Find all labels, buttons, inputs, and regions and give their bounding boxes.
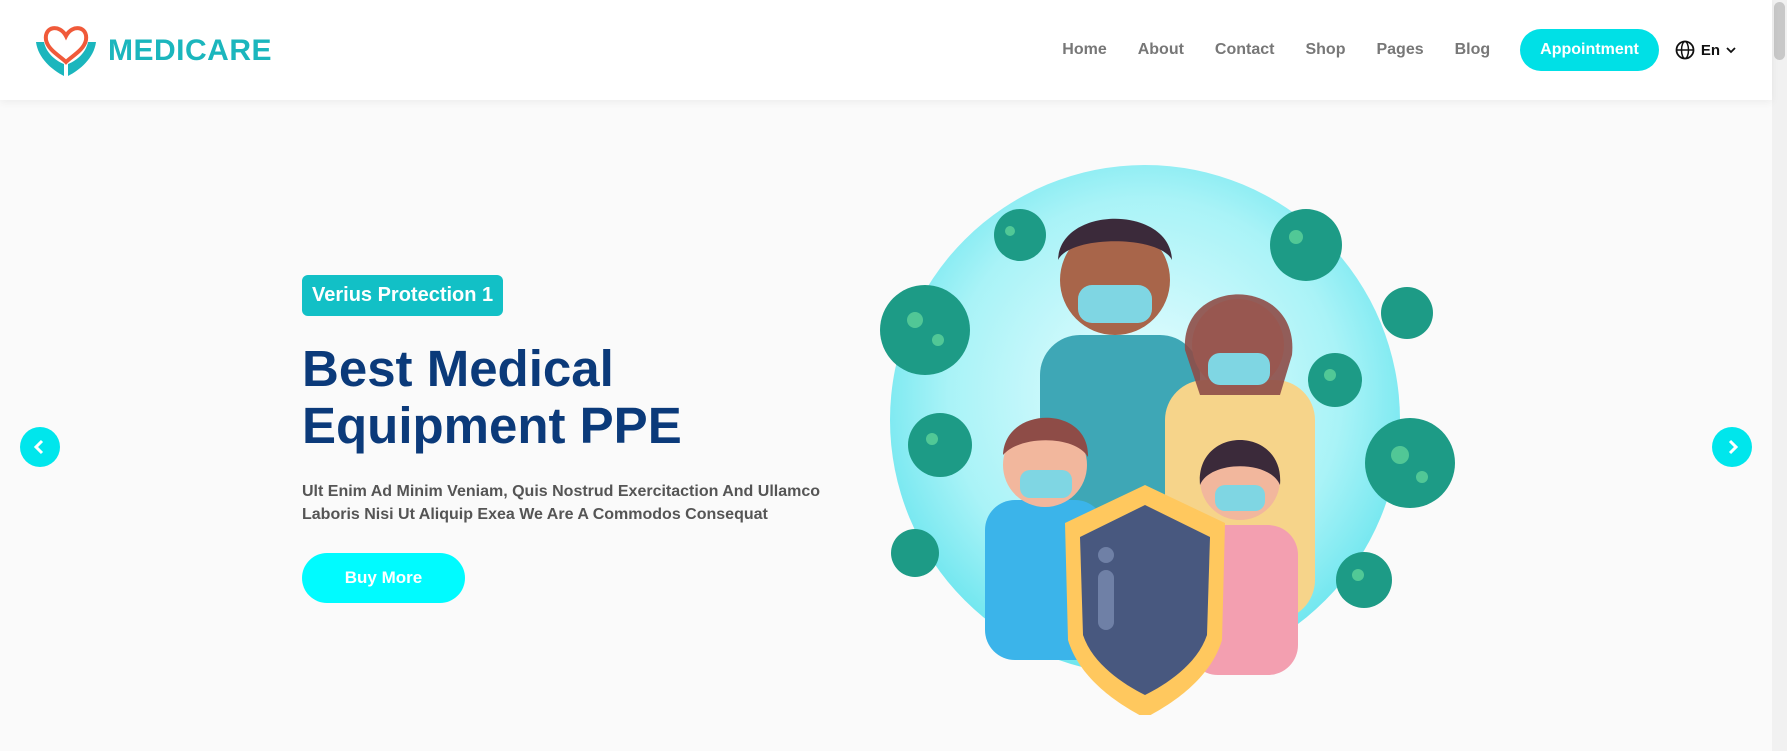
site-header: MEDICARE Home About Contact Shop Pages B… [0, 0, 1772, 100]
slider-next-button[interactable] [1712, 427, 1752, 467]
hero-description: Ult Enim Ad Minim Veniam, Quis Nostrud E… [302, 480, 842, 526]
language-selector[interactable]: En [1675, 40, 1736, 60]
nav-item-pages[interactable]: Pages [1376, 41, 1423, 59]
hero-title-line-2: Equipment PPE [302, 397, 682, 454]
nav-item-home[interactable]: Home [1062, 41, 1106, 59]
nav-item-shop[interactable]: Shop [1305, 41, 1345, 59]
hero-badge: Verius Protection 1 [302, 275, 504, 316]
chevron-down-icon [1726, 47, 1736, 54]
globe-icon [1675, 40, 1695, 60]
family-protection-illustration [880, 165, 1455, 715]
nav-item-about[interactable]: About [1138, 41, 1184, 59]
hero-description-line-2: Laboris Nisi Ut Aliquip Exea We Are A Co… [302, 506, 768, 523]
slider-prev-button[interactable] [20, 427, 60, 467]
hero-description-line-1: Ult Enim Ad Minim Veniam, Quis Nostrud E… [302, 483, 821, 500]
buy-more-button[interactable]: Buy More [302, 553, 465, 603]
brand-name: MEDICARE [108, 34, 273, 67]
main-nav: Home About Contact Shop Pages Blog Appoi… [1062, 0, 1772, 100]
heart-hands-icon [36, 26, 96, 76]
chevron-right-icon [1728, 439, 1739, 455]
brand-logo[interactable]: MEDICARE [34, 24, 272, 78]
nav-item-blog[interactable]: Blog [1455, 41, 1491, 59]
nav-item-contact[interactable]: Contact [1215, 41, 1275, 59]
page-scrollbar[interactable] [1772, 0, 1787, 751]
hero-content: Verius Protection 1 Best Medical Equipme… [302, 275, 842, 603]
scrollbar-thumb[interactable] [1774, 2, 1785, 60]
chevron-left-icon [33, 439, 44, 455]
language-label: En [1700, 41, 1720, 59]
hero-title-line-1: Best Medical [302, 340, 614, 397]
hero-title: Best Medical Equipment PPE [302, 340, 842, 454]
appointment-button[interactable]: Appointment [1520, 29, 1659, 71]
